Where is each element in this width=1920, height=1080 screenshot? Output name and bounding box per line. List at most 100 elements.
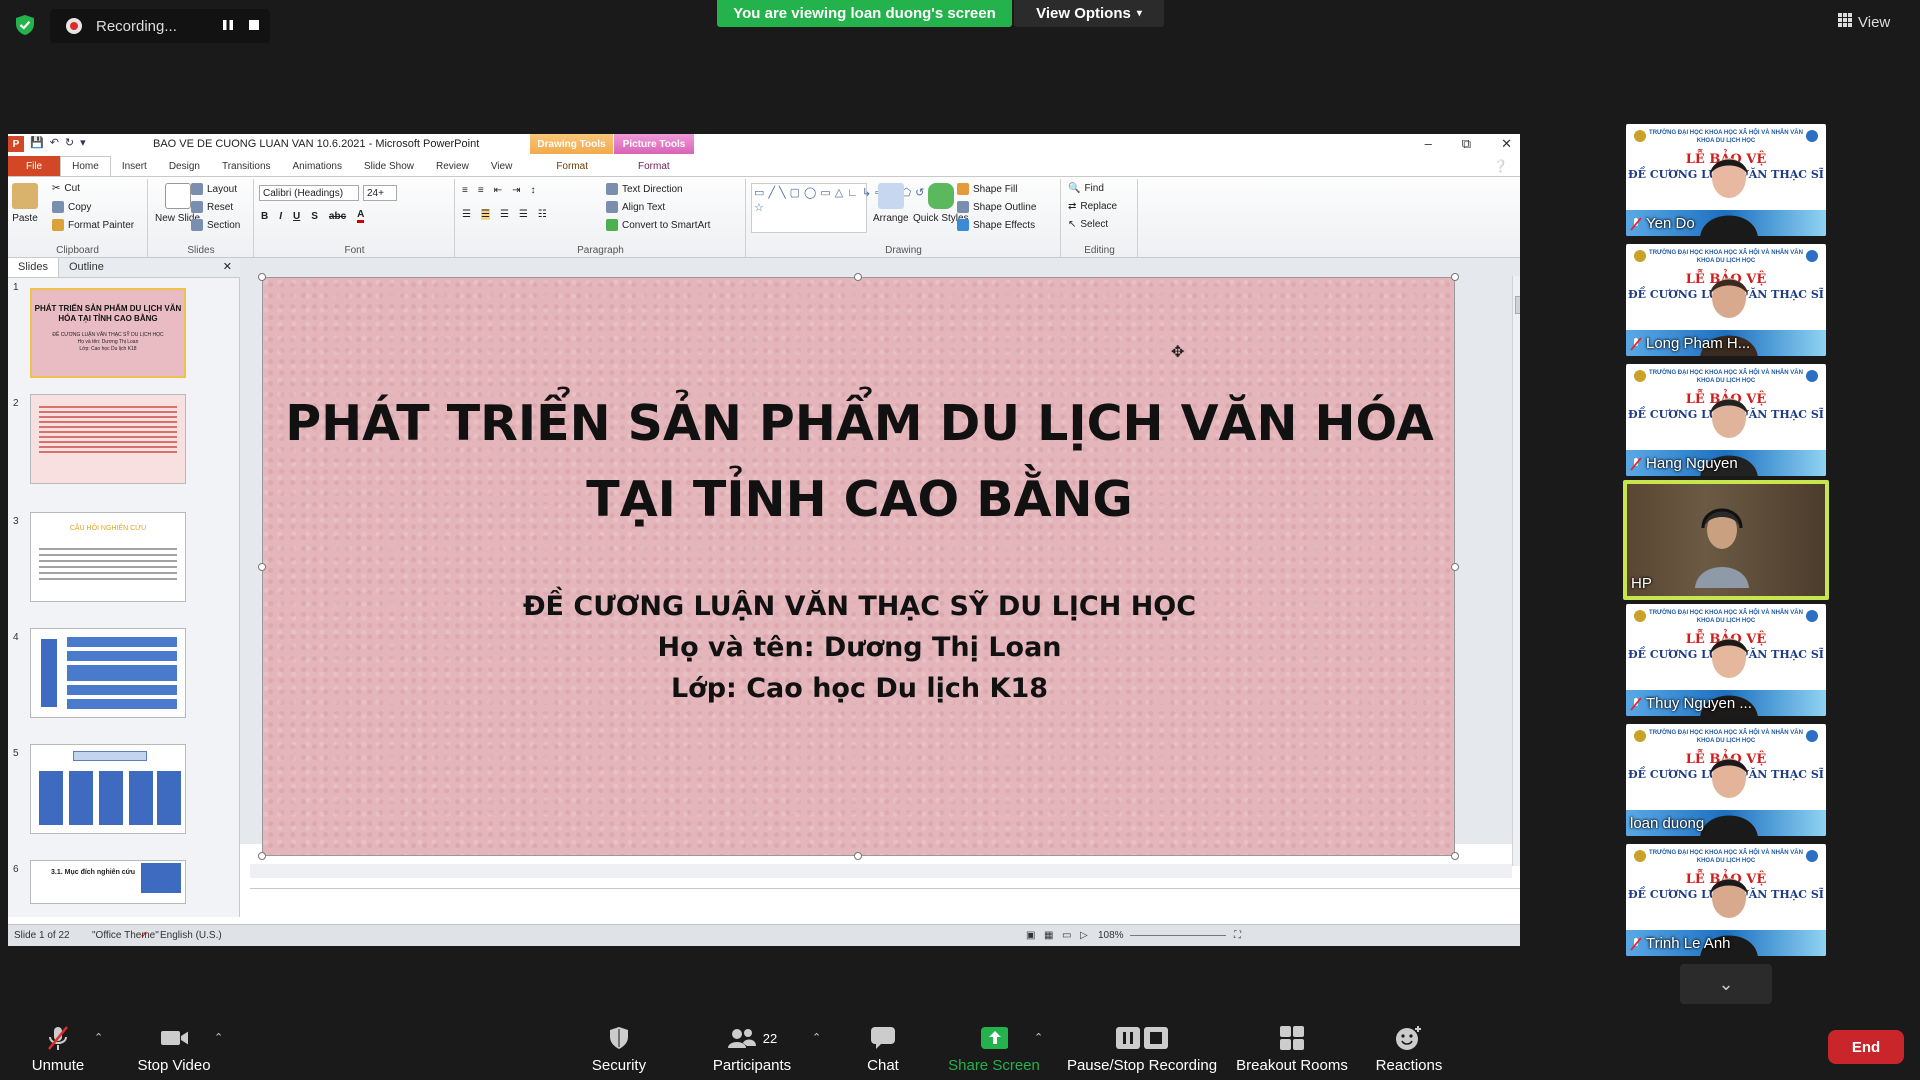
line-spacing-icon[interactable]: ↕ bbox=[530, 185, 535, 196]
convert-smartart-button[interactable]: Convert to SmartArt bbox=[606, 219, 710, 231]
copy-button[interactable]: Copy bbox=[52, 201, 91, 213]
bold-icon[interactable]: B bbox=[261, 211, 268, 222]
resize-handle[interactable] bbox=[258, 852, 266, 860]
spellcheck-icon[interactable]: ✓ bbox=[140, 930, 148, 941]
stop-video-button[interactable]: Stop Video bbox=[134, 1016, 214, 1080]
tab-transitions[interactable]: Transitions bbox=[211, 156, 282, 176]
restore-icon[interactable]: ⧉ bbox=[1462, 136, 1471, 152]
help-icon[interactable]: ❔ bbox=[1493, 159, 1508, 173]
reading-view-icon[interactable]: ▭ bbox=[1062, 930, 1071, 941]
align-center-icon[interactable]: ☰ bbox=[480, 209, 490, 220]
tab-home[interactable]: Home bbox=[60, 156, 111, 176]
tab-slide-show[interactable]: Slide Show bbox=[353, 156, 425, 176]
tab-picture-format[interactable]: Format bbox=[627, 156, 681, 176]
minimize-icon[interactable]: – bbox=[1425, 136, 1432, 152]
paste-button[interactable]: Paste bbox=[12, 183, 38, 224]
share-options-caret-icon[interactable]: ⌃ bbox=[1034, 1031, 1043, 1044]
unmute-button[interactable]: Unmute bbox=[26, 1016, 90, 1080]
participant-tile[interactable]: TRƯỜNG ĐẠI HỌC KHOA HỌC XÃ HỘI VÀ NHÂN V… bbox=[1626, 244, 1826, 356]
fit-slide-icon[interactable]: ⛶ bbox=[1234, 930, 1241, 941]
tab-review[interactable]: Review bbox=[425, 156, 480, 176]
scroll-thumb[interactable] bbox=[1515, 296, 1520, 314]
security-shield-icon[interactable] bbox=[14, 14, 36, 36]
tab-view[interactable]: View bbox=[480, 156, 524, 176]
slideshow-view-icon[interactable]: ▷ bbox=[1080, 930, 1088, 941]
section-button[interactable]: Section bbox=[191, 219, 240, 231]
participant-tile[interactable]: TRƯỜNG ĐẠI HỌC KHOA HỌC XÃ HỘI VÀ NHÂN V… bbox=[1626, 364, 1826, 476]
view-options-button[interactable]: View Options ▾ bbox=[1014, 0, 1164, 27]
end-meeting-button[interactable]: End bbox=[1828, 1030, 1904, 1064]
slide-thumbnail-6[interactable]: 3.1. Mục đích nghiên cứu bbox=[30, 860, 186, 904]
pause-recording-icon[interactable] bbox=[222, 19, 234, 34]
participant-tile[interactable]: TRƯỜNG ĐẠI HỌC KHOA HỌC XÃ HỘI VÀ NHÂN V… bbox=[1626, 124, 1826, 236]
video-options-caret-icon[interactable]: ⌃ bbox=[214, 1031, 223, 1044]
shapes-gallery[interactable]: ▭╱╲▢◯▭△∟↳⇨⇩⬠↺⟪⟫☆ bbox=[751, 183, 945, 233]
redo-icon[interactable]: ↻ bbox=[65, 136, 74, 152]
bullets-icon[interactable]: ≡ bbox=[462, 185, 468, 196]
slide-thumbnail-5[interactable] bbox=[30, 744, 186, 834]
security-button[interactable]: Security bbox=[588, 1016, 650, 1080]
zoom-slider[interactable] bbox=[1130, 935, 1226, 936]
customize-qat-icon[interactable]: ▾ bbox=[80, 136, 86, 152]
undo-icon[interactable]: ↶ bbox=[50, 136, 59, 152]
increase-indent-icon[interactable]: ⇥ bbox=[512, 185, 520, 196]
participants-caret-icon[interactable]: ⌃ bbox=[812, 1031, 821, 1044]
tab-animations[interactable]: Animations bbox=[282, 156, 353, 176]
layout-button[interactable]: Layout bbox=[191, 183, 237, 195]
chat-button[interactable]: Chat bbox=[860, 1016, 906, 1080]
scroll-participants-button[interactable]: ⌄ bbox=[1680, 964, 1772, 1004]
share-screen-button[interactable]: Share Screen bbox=[946, 1016, 1042, 1080]
slide-thumbnail-4[interactable] bbox=[30, 628, 186, 718]
resize-handle[interactable] bbox=[1451, 852, 1459, 860]
participant-tile[interactable]: TRƯỜNG ĐẠI HỌC KHOA HỌC XÃ HỘI VÀ NHÂN V… bbox=[1626, 604, 1826, 716]
shape-fill-button[interactable]: Shape Fill bbox=[957, 183, 1017, 195]
participant-tile[interactable]: TRƯỜNG ĐẠI HỌC KHOA HỌC XÃ HỘI VÀ NHÂN V… bbox=[1626, 724, 1826, 836]
italic-icon[interactable]: I bbox=[279, 211, 282, 222]
text-direction-button[interactable]: Text Direction bbox=[606, 183, 683, 195]
tab-outline-panel[interactable]: Outline bbox=[59, 258, 114, 277]
tab-insert[interactable]: Insert bbox=[111, 156, 158, 176]
participants-button[interactable]: 22 Participants bbox=[704, 1016, 800, 1080]
view-layout-button[interactable]: View bbox=[1838, 10, 1908, 34]
close-icon[interactable]: ✕ bbox=[1501, 136, 1512, 152]
sorter-view-icon[interactable]: ▦ bbox=[1044, 930, 1053, 941]
align-left-icon[interactable]: ☰ bbox=[462, 209, 471, 220]
select-button[interactable]: ↖ Select bbox=[1068, 219, 1108, 230]
tab-design[interactable]: Design bbox=[158, 156, 211, 176]
tab-slides-panel[interactable]: Slides bbox=[8, 258, 59, 277]
slide-thumbnail-3[interactable]: CÂU HỎI NGHIÊN CỨU bbox=[30, 512, 186, 602]
decrease-indent-icon[interactable]: ⇤ bbox=[494, 185, 502, 196]
replace-button[interactable]: ⇄ Replace bbox=[1068, 201, 1117, 212]
pause-stop-recording-button[interactable]: Pause/Stop Recording bbox=[1064, 1016, 1220, 1080]
resize-handle[interactable] bbox=[258, 273, 266, 281]
justify-icon[interactable]: ☰ bbox=[519, 209, 528, 220]
numbering-icon[interactable]: ≡ bbox=[478, 185, 484, 196]
find-button[interactable]: 🔍 Find bbox=[1068, 183, 1104, 194]
underline-icon[interactable]: U bbox=[293, 211, 300, 222]
save-icon[interactable]: 💾 bbox=[30, 136, 44, 152]
participant-tile[interactable]: HP bbox=[1623, 480, 1829, 600]
language[interactable]: English (U.S.) bbox=[160, 930, 222, 941]
vertical-scrollbar[interactable] bbox=[1512, 276, 1520, 866]
shape-effects-button[interactable]: Shape Effects bbox=[957, 219, 1035, 231]
notes-pane[interactable] bbox=[250, 888, 1520, 926]
cut-button[interactable]: ✂ Cut bbox=[52, 183, 80, 194]
slide-thumbnail-1[interactable]: PHÁT TRIỂN SẢN PHẨM DU LỊCH VĂN HÓA TẠI … bbox=[30, 288, 186, 378]
current-slide[interactable]: PHÁT TRIỂN SẢN PHẨM DU LỊCH VĂN HÓA TẠI … bbox=[258, 273, 1459, 860]
align-right-icon[interactable]: ☰ bbox=[500, 209, 509, 220]
normal-view-icon[interactable]: ▣ bbox=[1026, 930, 1035, 941]
tab-drawing-format[interactable]: Format bbox=[545, 156, 599, 176]
font-color-icon[interactable]: A bbox=[357, 209, 365, 223]
reactions-button[interactable]: Reactions bbox=[1374, 1016, 1444, 1080]
font-name-box[interactable]: Calibri (Headings) bbox=[259, 185, 359, 201]
resize-handle[interactable] bbox=[1451, 273, 1459, 281]
resize-handle[interactable] bbox=[854, 852, 862, 860]
resize-handle[interactable] bbox=[854, 273, 862, 281]
resize-handle[interactable] bbox=[1451, 563, 1459, 571]
close-panel-icon[interactable]: ✕ bbox=[223, 260, 232, 277]
breakout-rooms-button[interactable]: Breakout Rooms bbox=[1236, 1016, 1348, 1080]
horizontal-scrollbar[interactable] bbox=[250, 864, 1512, 878]
participant-tile[interactable]: TRƯỜNG ĐẠI HỌC KHOA HỌC XÃ HỘI VÀ NHÂN V… bbox=[1626, 844, 1826, 956]
audio-options-caret-icon[interactable]: ⌃ bbox=[94, 1031, 103, 1044]
strikethrough-icon[interactable]: abc bbox=[329, 211, 346, 222]
